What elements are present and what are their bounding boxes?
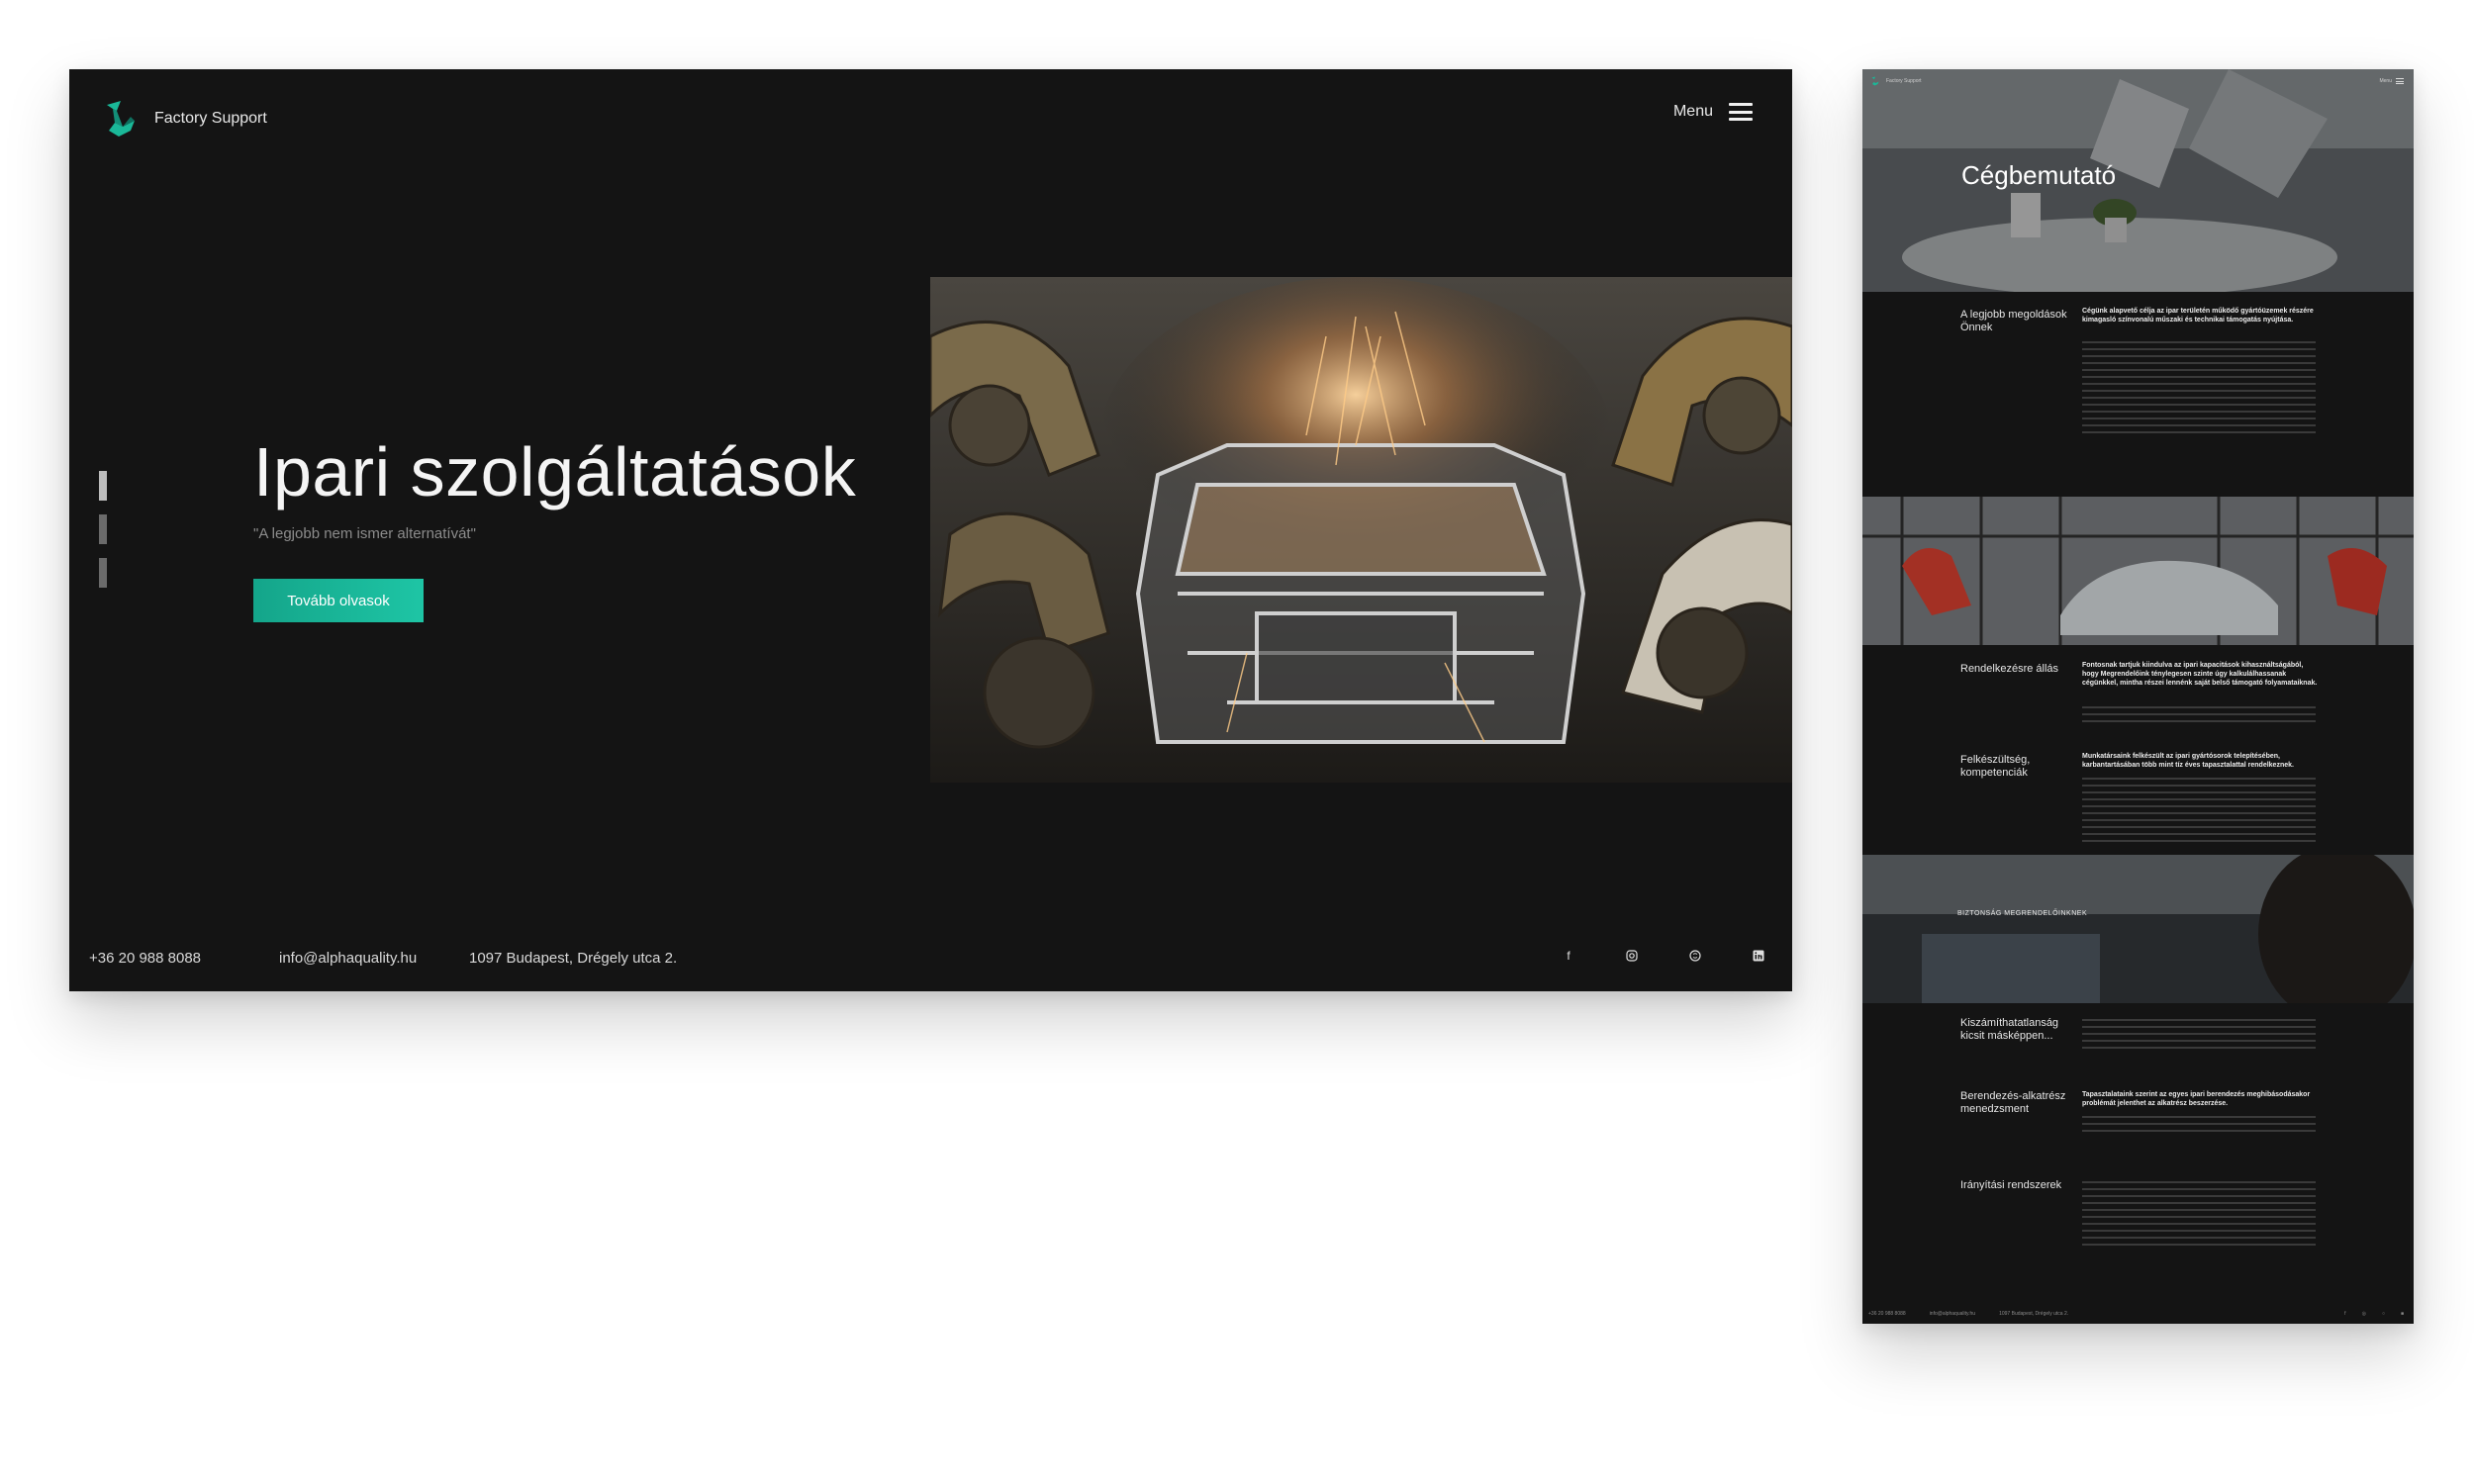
section-body-control-systems — [2082, 1181, 2316, 1251]
mobile-footer-address: 1097 Budapest, Drégely utca 2. — [1999, 1311, 2069, 1317]
section-label-unpredictability: Kiszámíthatatlanság kicsit másképpen... — [1960, 1017, 2059, 1042]
mobile-page-panel: Factory Support Menu Cégbemutató A legjo… — [1862, 69, 2414, 1324]
section-label-equipment: Berendezés-alkatrész menedzsment — [1960, 1090, 2066, 1115]
mobile-hamburger-icon — [2396, 78, 2404, 84]
hero-quote: "A legjobb nem ismer alternatívát" — [253, 525, 476, 542]
mobile-logo-icon — [1871, 76, 1879, 86]
mobile-menu-button[interactable]: Menu — [2379, 78, 2404, 84]
menu-button[interactable]: Menu — [1673, 103, 1753, 121]
section-body-unpredictability — [2082, 1019, 2316, 1054]
slide-indicator-2[interactable] — [99, 514, 107, 544]
section-body-availability — [2082, 706, 2316, 727]
footer-phone[interactable]: +36 20 988 8088 — [89, 950, 201, 967]
mobile-social-links: f ◎ ○ ■ — [2344, 1311, 2404, 1317]
security-image — [1862, 855, 2414, 1003]
menu-label: Menu — [1672, 103, 1713, 120]
mobile-footer: +36 20 988 8088 info@alphaquality.hu 109… — [1868, 1311, 2068, 1317]
section-body-competencies — [2082, 778, 2316, 847]
hero-factory-image — [930, 277, 1792, 783]
car-factory-image — [1862, 497, 2414, 645]
mobile-footer-email[interactable]: info@alphaquality.hu — [1930, 1311, 1975, 1317]
social-links: f — [1563, 950, 1764, 962]
mobile-linkedin-icon[interactable]: ■ — [2401, 1311, 2404, 1317]
section-lead-competencies: Munkatársaink felkészült az ipari gyártó… — [2082, 753, 2294, 769]
hamburger-icon — [1729, 103, 1753, 121]
section-label-best-solutions: A legjobb megoldások Önnek — [1960, 309, 2067, 333]
slide-indicators — [99, 471, 107, 588]
office-header-image — [1862, 69, 2414, 292]
section-body-equipment — [2082, 1116, 2316, 1137]
security-section-title: BIZTONSÁG MEGRENDELŐINKNEK — [1957, 910, 2088, 917]
footer-email[interactable]: info@alphaquality.hu — [279, 950, 417, 967]
footer-bar: +36 20 988 8088 info@alphaquality.hu 109… — [69, 950, 1792, 972]
factory-support-logo-icon — [107, 101, 135, 137]
facebook-icon[interactable]: f — [1563, 950, 1574, 962]
mobile-footer-phone[interactable]: +36 20 988 8088 — [1868, 1311, 1906, 1317]
mobile-skype-icon[interactable]: ○ — [2382, 1311, 2385, 1317]
mobile-menu-label: Menu — [2379, 78, 2392, 84]
mobile-brand-name: Factory Support — [1886, 78, 1922, 84]
read-more-button[interactable]: Tovább olvasok — [253, 579, 424, 622]
brand-logo[interactable]: Factory Support — [101, 99, 267, 139]
footer-address: 1097 Budapest, Drégely utca 2. — [469, 950, 678, 967]
desktop-hero-panel: Factory Support Menu Ipari szolgáltatáso… — [69, 69, 1792, 991]
section-lead-equipment: Tapasztalataink szerint az egyes ipari b… — [2082, 1091, 2311, 1107]
section-label-competencies: Felkészültség, kompetenciák — [1960, 754, 2031, 779]
slide-indicator-3[interactable] — [99, 558, 107, 588]
hero-title: Ipari szolgáltatások — [253, 433, 857, 510]
mobile-facebook-icon[interactable]: f — [2344, 1311, 2345, 1317]
section-lead-availability: Fontosnak tartjuk kiindulva az ipari kap… — [2082, 662, 2318, 687]
section-label-control-systems: Irányítási rendszerek — [1960, 1179, 2062, 1191]
instagram-icon[interactable] — [1626, 950, 1638, 962]
slide-indicator-1[interactable] — [99, 471, 107, 501]
mobile-page-title: Cégbemutató — [1961, 160, 2117, 190]
section-body-best-solutions — [2082, 341, 2316, 438]
mobile-instagram-icon[interactable]: ◎ — [2362, 1311, 2366, 1317]
linkedin-icon[interactable] — [1753, 950, 1764, 962]
section-lead-best-solutions: Cégünk alapvető célja az ipar területén … — [2082, 308, 2314, 324]
mobile-brand-logo[interactable]: Factory Support — [1870, 76, 1922, 86]
brand-name: Factory Support — [154, 110, 267, 127]
skype-icon[interactable] — [1689, 950, 1701, 962]
section-label-availability: Rendelkezésre állás — [1960, 663, 2059, 675]
